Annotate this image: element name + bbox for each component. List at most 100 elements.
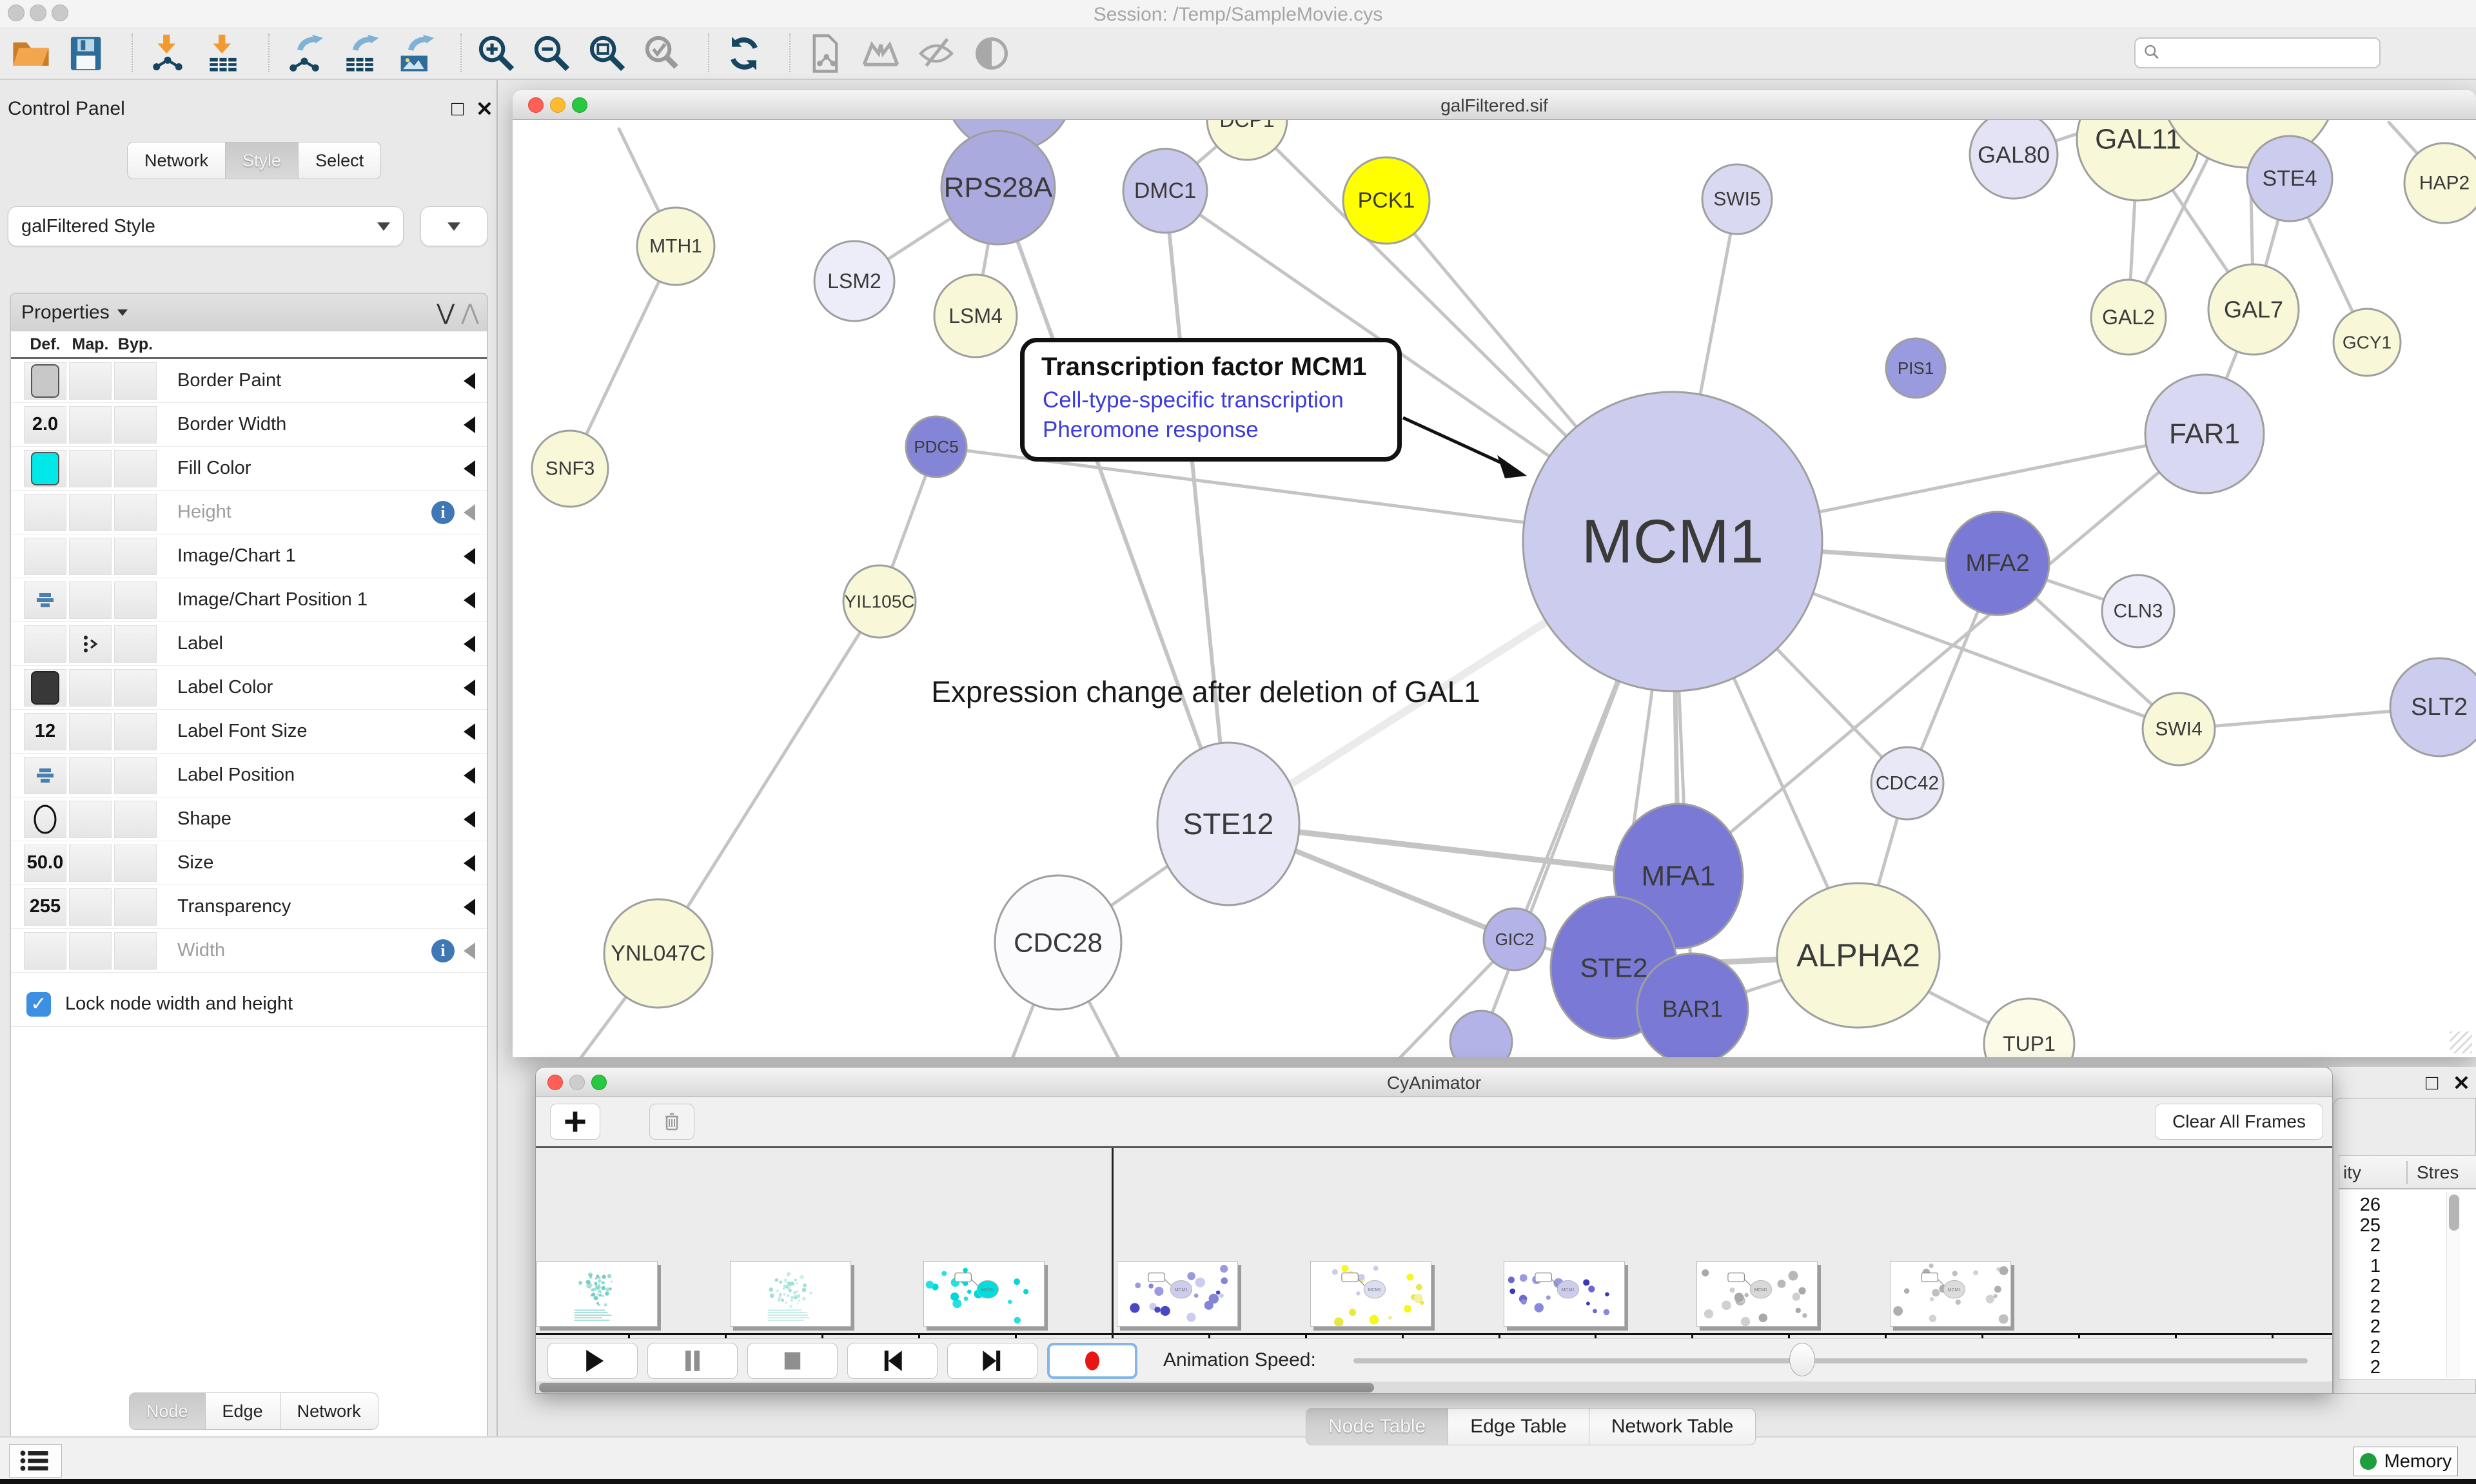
property-def-cell[interactable] — [24, 581, 66, 619]
info-icon[interactable]: i — [431, 939, 455, 962]
property-row-width[interactable]: Widthi — [11, 929, 487, 973]
table-cell-value[interactable]: 2 — [2342, 1235, 2381, 1256]
network-node-dmc1[interactable]: DMC1 — [1123, 149, 1207, 233]
pause-button[interactable] — [647, 1343, 738, 1379]
toolbar-export-network-button[interactable] — [282, 32, 326, 75]
expand-row-icon[interactable] — [464, 899, 475, 915]
network-node-swi5[interactable]: SWI5 — [1702, 164, 1772, 234]
close-panel-icon[interactable]: ✕ — [2453, 1071, 2470, 1095]
property-map-cell[interactable] — [69, 538, 112, 575]
toolbar-eye-button[interactable] — [970, 32, 1014, 75]
expand-row-icon[interactable] — [464, 636, 475, 652]
property-def-cell[interactable] — [24, 932, 66, 970]
property-byp-cell[interactable] — [114, 581, 157, 619]
search-box[interactable] — [2134, 37, 2381, 68]
delete-frame-button[interactable] — [649, 1104, 694, 1140]
network-node-cln3[interactable]: CLN3 — [2102, 575, 2174, 647]
property-byp-cell[interactable] — [114, 494, 157, 531]
style-options-button[interactable] — [420, 206, 487, 246]
network-node-alpha2[interactable]: ALPHA2 — [1777, 883, 1940, 1028]
property-def-cell[interactable] — [24, 450, 66, 487]
toolbar-import-network-button[interactable] — [146, 32, 190, 75]
network-node-lsm2[interactable]: LSM2 — [814, 241, 894, 321]
annotation-link[interactable]: Pheromone response — [1043, 415, 1397, 445]
property-row-border-width[interactable]: 2.0Border Width — [11, 403, 487, 447]
network-node-nodeb[interactable] — [1450, 1011, 1512, 1057]
property-byp-cell[interactable] — [114, 888, 157, 926]
timeline[interactable]: 0123456789SecondsMCM1MCM1MCM1MCM1MCM1MCM… — [536, 1148, 2332, 1338]
frame-thumbnail-2[interactable]: MCM1 — [923, 1261, 1045, 1327]
network-canvas[interactable]: RPS28BDCP1RPS28ADMC1PCK1SWI5GAL80GAL11ST… — [513, 120, 2476, 1057]
column-header-centrality[interactable]: ity — [2343, 1162, 2361, 1183]
memory-button[interactable]: Memory — [2353, 1447, 2458, 1476]
property-map-cell[interactable] — [69, 888, 112, 926]
toolbar-open-folder-button[interactable] — [9, 32, 53, 75]
network-node-mcm1[interactable]: MCM1 — [1523, 392, 1822, 691]
frame-thumbnail-1[interactable] — [730, 1261, 851, 1327]
speed-slider[interactable] — [1353, 1358, 2308, 1363]
toolbar-zoom-in-button[interactable] — [475, 32, 518, 75]
network-node-cdc42[interactable]: CDC42 — [1871, 747, 1943, 819]
property-row-label-font-size[interactable]: 12Label Font Size — [11, 710, 487, 754]
timeline-playhead[interactable] — [1112, 1148, 1114, 1335]
property-map-cell[interactable] — [69, 362, 112, 400]
expand-row-icon[interactable] — [464, 460, 475, 477]
resize-grip[interactable] — [2450, 1031, 2472, 1053]
property-row-transparency[interactable]: 255Transparency — [11, 885, 487, 929]
info-icon[interactable]: i — [431, 501, 455, 524]
clear-all-frames-button[interactable]: Clear All Frames — [2155, 1104, 2323, 1140]
frame-thumbnail-4[interactable]: MCM1 — [1310, 1261, 1431, 1327]
expand-row-icon[interactable] — [464, 942, 475, 959]
network-node-pck1[interactable]: PCK1 — [1343, 157, 1430, 244]
property-row-image-chart-1[interactable]: Image/Chart 1 — [11, 534, 487, 578]
expand-row-icon[interactable] — [464, 504, 475, 521]
property-map-cell[interactable] — [69, 845, 112, 882]
close-panel-icon[interactable]: ✕ — [476, 97, 493, 121]
network-node-mfa2[interactable]: MFA2 — [1946, 512, 2049, 615]
table-cell-value[interactable]: 26 — [2342, 1195, 2381, 1216]
expand-all-icon[interactable]: ⋀ — [461, 300, 477, 326]
collapse-all-icon[interactable]: ⋁ — [437, 300, 452, 326]
table-cell-value[interactable]: 25 — [2342, 1215, 2381, 1236]
toolbar-refresh-layout-button[interactable] — [722, 32, 766, 75]
property-map-cell[interactable] — [69, 713, 112, 750]
annotation-box[interactable]: Transcription factor MCM1 Cell-type-spec… — [1020, 338, 1402, 462]
expand-row-icon[interactable] — [464, 592, 475, 609]
expand-row-icon[interactable] — [464, 767, 475, 784]
table-cell-value[interactable]: 2 — [2342, 1337, 2381, 1358]
frame-thumbnail-7[interactable]: MCM1 — [1890, 1261, 2011, 1327]
toolbar-save-button[interactable] — [64, 32, 108, 75]
tab-node[interactable]: Node — [129, 1392, 206, 1430]
annotation-link[interactable]: Cell-type-specific transcription — [1043, 386, 1397, 415]
property-def-cell[interactable]: 12 — [24, 713, 66, 750]
network-node-dcp1[interactable]: DCP1 — [1207, 120, 1287, 160]
network-node-pdc5[interactable]: PDC5 — [906, 416, 967, 477]
column-divider[interactable] — [2406, 1161, 2408, 1184]
property-def-cell[interactable]: 2.0 — [24, 406, 66, 444]
network-node-gal80[interactable]: GAL80 — [1970, 120, 2058, 199]
network-node-snf3[interactable]: SNF3 — [532, 431, 608, 507]
toolbar-zoom-selected-button[interactable] — [641, 32, 685, 75]
network-node-ynl047c[interactable]: YNL047C — [604, 899, 712, 1008]
property-row-label-position[interactable]: Label Position — [11, 754, 487, 797]
network-node-far1[interactable]: FAR1 — [2145, 375, 2264, 493]
property-row-shape[interactable]: Shape — [11, 797, 487, 841]
expand-row-icon[interactable] — [464, 855, 475, 872]
network-node-hap2[interactable]: HAP2 — [2404, 143, 2476, 223]
lock-size-checkbox[interactable]: ✓ — [26, 992, 51, 1017]
frame-thumbnail-0[interactable] — [536, 1261, 658, 1327]
network-node-ste4[interactable]: STE4 — [2247, 136, 2332, 221]
network-node-ste12[interactable]: STE12 — [1157, 743, 1299, 905]
network-node-bar1[interactable]: BAR1 — [1637, 953, 1748, 1057]
table-cell-value[interactable]: 2 — [2342, 1296, 2381, 1318]
property-byp-cell[interactable] — [114, 406, 157, 444]
property-row-fill-color[interactable]: Fill Color — [11, 447, 487, 491]
tab-network-table[interactable]: Network Table — [1589, 1408, 1756, 1445]
table-cell-value[interactable]: 1 — [2342, 1256, 2381, 1277]
property-map-cell[interactable] — [69, 801, 112, 838]
network-node-gal2[interactable]: GAL2 — [2091, 280, 2166, 355]
property-byp-cell[interactable] — [114, 625, 157, 663]
network-node-gal7[interactable]: GAL7 — [2208, 264, 2299, 355]
property-map-cell[interactable] — [69, 932, 112, 970]
toolbar-export-image-button[interactable] — [393, 32, 437, 75]
